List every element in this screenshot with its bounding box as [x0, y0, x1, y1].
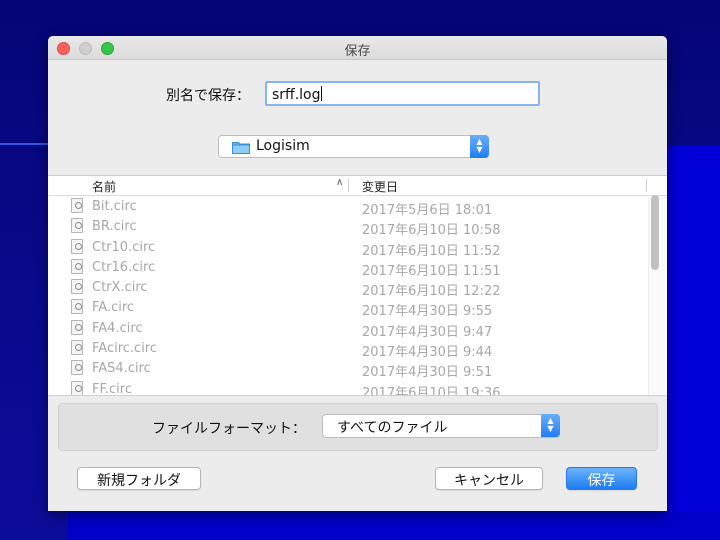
- circ-file-icon: [71, 198, 83, 213]
- updown-chevron-icon: ▲ ▼: [541, 414, 560, 437]
- file-name: FA4.circ: [92, 320, 143, 336]
- column-divider[interactable]: [646, 179, 647, 192]
- file-name: Ctr16.circ: [92, 259, 156, 275]
- circ-file-icon: [71, 218, 83, 234]
- file-date: 2017年4月30日 9:55: [362, 304, 493, 320]
- title-bar[interactable]: 保存: [48, 36, 667, 60]
- file-date: 2017年6月10日 10:58: [362, 223, 501, 239]
- file-date: 2017年6月10日 19:36: [362, 385, 501, 396]
- save-button[interactable]: 保存: [566, 467, 637, 490]
- column-header-name[interactable]: 名前: [92, 178, 116, 195]
- save-dialog: 保存 別名で保存： srff.log Logisim ▲ ▼ 名前 ∧ 変更日 B…: [48, 36, 667, 511]
- file-name: Ctr10.circ: [92, 239, 156, 255]
- file-row[interactable]: Ctr16.circ 2017年6月10日 11:51: [48, 258, 648, 279]
- file-name: BR.circ: [92, 219, 137, 235]
- save-as-filename-value: srff.log: [272, 87, 321, 103]
- desktop-panel-bottom: [68, 512, 720, 540]
- file-row[interactable]: FF.circ 2017年6月10日 19:36: [48, 380, 648, 396]
- file-date: 2017年6月10日 11:51: [362, 263, 501, 279]
- new-folder-button[interactable]: 新規フォルダ: [77, 467, 201, 490]
- updown-chevron-icon: ▲ ▼: [470, 135, 489, 158]
- file-format-label: ファイルフォーマット：: [152, 421, 306, 437]
- file-date: 2017年5月6日 18:01: [362, 203, 493, 218]
- circ-file-icon: [71, 279, 83, 295]
- window-title: 保存: [344, 44, 371, 59]
- file-date: 2017年4月30日 9:51: [362, 365, 493, 381]
- file-row[interactable]: BR.circ 2017年6月10日 10:58: [48, 217, 648, 239]
- circ-file-icon: [71, 340, 83, 356]
- file-row[interactable]: FA4.circ 2017年4月30日 9:47: [48, 319, 648, 340]
- file-rows: Bit.circ 2017年5月6日 18:01 BR.circ 2017年6月10…: [48, 197, 648, 396]
- circ-file-icon: [71, 299, 83, 315]
- folder-icon: [232, 142, 250, 154]
- file-date: 2017年4月30日 9:44: [362, 345, 493, 361]
- file-row[interactable]: FA.circ 2017年4月30日 9:55: [48, 298, 648, 320]
- file-format-popup[interactable]: すべてのファイル ▲ ▼: [322, 414, 560, 438]
- circ-file-icon: [71, 238, 83, 254]
- file-format-panel: ファイルフォーマット： すべてのファイル ▲ ▼: [58, 403, 658, 451]
- cancel-button[interactable]: キャンセル: [435, 467, 543, 490]
- file-row[interactable]: FAcirc.circ 2017年4月30日 9:44: [48, 339, 648, 361]
- file-date: 2017年4月30日 9:47: [362, 324, 493, 340]
- circ-file-icon: [71, 319, 83, 335]
- file-name: FAcirc.circ: [92, 341, 158, 357]
- circ-file-icon: [71, 258, 83, 274]
- file-list-header: 名前 ∧ 変更日: [48, 176, 667, 196]
- desktop-panel-right: [660, 145, 720, 540]
- file-date: 2017年6月10日 12:22: [362, 284, 501, 300]
- location-popup[interactable]: Logisim ▲ ▼: [218, 135, 489, 158]
- location-label: Logisim: [256, 138, 310, 154]
- column-divider[interactable]: [348, 179, 349, 192]
- file-row[interactable]: Ctr10.circ 2017年6月10日 11:52: [48, 238, 648, 259]
- file-name: FA.circ: [92, 300, 135, 316]
- sort-ascending-icon: ∧: [336, 177, 344, 188]
- file-row[interactable]: FAS4.circ 2017年4月30日 9:51: [48, 359, 648, 381]
- circ-file-icon: [71, 360, 83, 376]
- file-name: CtrX.circ: [92, 280, 148, 296]
- file-format-value: すべてのファイル: [337, 420, 448, 436]
- file-name: Bit.circ: [92, 199, 137, 214]
- column-header-date[interactable]: 変更日: [362, 178, 398, 195]
- file-date: 2017年6月10日 11:52: [362, 243, 501, 259]
- file-row[interactable]: CtrX.circ 2017年6月10日 12:22: [48, 278, 648, 300]
- circ-file-icon: [71, 380, 83, 395]
- file-row[interactable]: Bit.circ 2017年5月6日 18:01: [48, 197, 648, 218]
- file-name: FF.circ: [92, 381, 132, 396]
- save-as-label: 別名で保存：: [166, 88, 250, 104]
- save-as-filename-field[interactable]: srff.log: [265, 81, 540, 106]
- scrollbar-thumb[interactable]: [651, 195, 659, 270]
- file-name: FAS4.circ: [92, 361, 151, 377]
- text-caret: [320, 86, 322, 101]
- file-list: 名前 ∧ 変更日 Bit.circ 2017年5月6日 18:01 BR.circ…: [48, 175, 667, 396]
